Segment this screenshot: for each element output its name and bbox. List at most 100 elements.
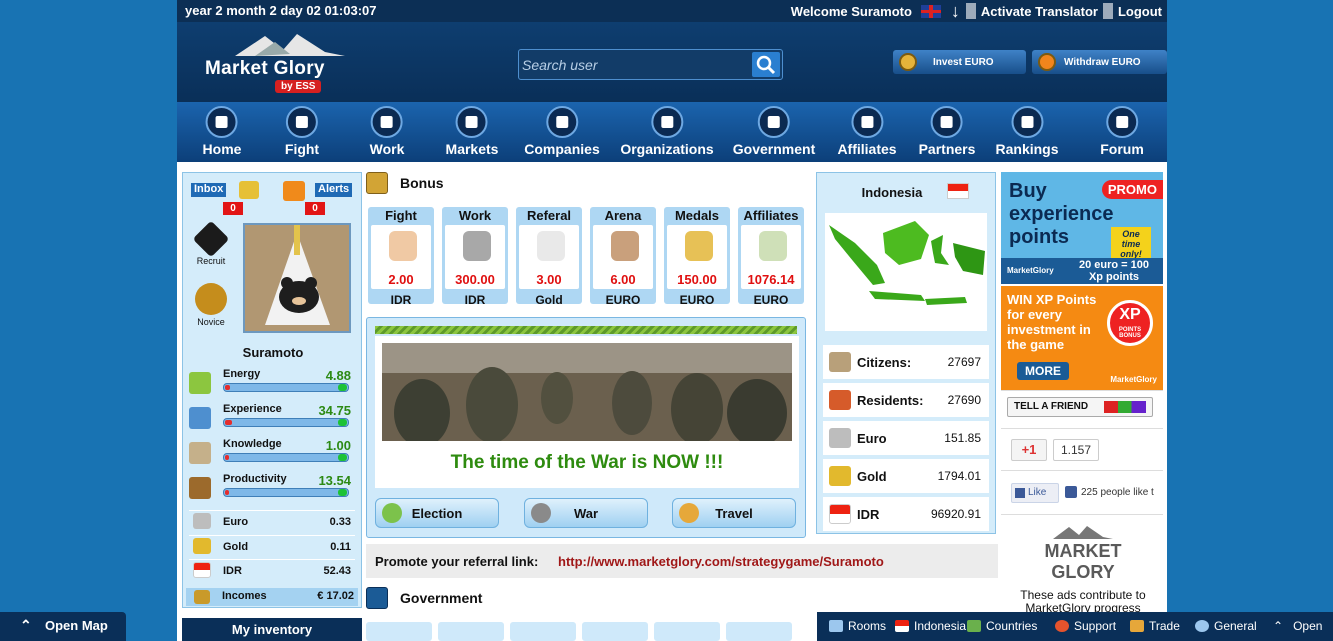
bonus-arena[interactable]: Arena 6.00 EURO — [590, 207, 656, 307]
government-item[interactable] — [654, 622, 720, 641]
rooms-button[interactable]: Rooms — [829, 619, 886, 633]
work-icon — [371, 106, 403, 138]
globe-icon — [967, 620, 981, 632]
inbox-icon[interactable] — [239, 181, 259, 199]
tell-a-friend-button[interactable]: TELL A FRIEND — [1007, 397, 1153, 417]
nav-forum[interactable]: Forum — [1100, 106, 1144, 157]
indonesia-room-button[interactable]: Indonesia — [895, 619, 966, 633]
header: Market Glory by ESS Invest EURO Withdraw… — [177, 22, 1167, 102]
resource-value: 0.11 — [330, 541, 351, 553]
nav-markets[interactable]: Markets — [446, 106, 498, 157]
government-icon — [366, 587, 388, 609]
recruit-rank-icon — [192, 220, 230, 258]
gold-icon — [193, 538, 211, 554]
bonus-affiliates[interactable]: Affiliates 1076.14 EURO — [738, 207, 804, 307]
arrow-down-icon[interactable]: ↓ — [945, 1, 966, 22]
nav-label: Home — [202, 141, 242, 157]
tell-friend-box: TELL A FRIEND — [1001, 390, 1163, 426]
resource-label: Gold — [223, 541, 249, 553]
withdraw-euro-button[interactable]: Withdraw EURO — [1032, 50, 1167, 74]
general-button[interactable]: General — [1195, 619, 1257, 633]
open-chat-button[interactable]: ⌃ Open — [1273, 619, 1322, 633]
avatar[interactable] — [243, 223, 351, 333]
top-bar: year 2 month 2 day 02 01:03:07 Welcome S… — [177, 0, 1167, 22]
stat-label: Experience — [223, 403, 282, 415]
username[interactable]: Suramoto — [183, 345, 363, 360]
google-plus-button[interactable]: +1 — [1011, 439, 1047, 461]
my-inventory-button[interactable]: My inventory — [182, 618, 362, 641]
government-item[interactable] — [726, 622, 792, 641]
nav-partners[interactable]: Partners — [919, 106, 975, 157]
search-input[interactable] — [522, 53, 750, 76]
bonus-medals[interactable]: Medals 150.00 EURO — [664, 207, 730, 307]
more-button[interactable]: MORE — [1017, 362, 1069, 380]
promo-once: One time only! — [1111, 227, 1151, 261]
nav-home[interactable]: Home — [202, 106, 242, 157]
chevron-up-icon: ⌃ — [1273, 619, 1284, 633]
bonus-currency: EURO — [605, 293, 641, 307]
nav-companies[interactable]: Companies — [524, 106, 600, 157]
countries-button[interactable]: Countries — [967, 619, 1037, 633]
country-label: Gold — [857, 469, 887, 484]
bonus-value: 2.00 — [388, 272, 414, 287]
nav-fight[interactable]: Fight — [285, 106, 319, 157]
nav-label: Affiliates — [837, 141, 897, 157]
nav-affiliates[interactable]: Affiliates — [837, 106, 897, 157]
rank-label: Recruit — [196, 256, 226, 266]
support-button[interactable]: Support — [1055, 619, 1116, 633]
fight-icon — [286, 106, 318, 138]
markets-icon — [455, 106, 488, 138]
promo-buy-xp-banner[interactable]: PROMO Buy experience points One time onl… — [1001, 172, 1163, 284]
uk-flag-icon[interactable] — [920, 4, 941, 18]
bonus-fight[interactable]: Fight 2.00 IDR — [368, 207, 434, 307]
war-banner[interactable]: The time of the War is NOW !!! — [375, 336, 799, 488]
logo-sub: by ESS — [275, 80, 322, 93]
nav-government[interactable]: Government — [733, 106, 815, 157]
bonus-referal[interactable]: Referal 3.00 Gold — [516, 207, 582, 307]
invest-euro-button[interactable]: Invest EURO — [893, 50, 1026, 74]
country-name[interactable]: Indonesia — [817, 185, 967, 200]
incomes-label: Incomes — [222, 590, 267, 602]
energy-bar — [223, 383, 349, 392]
facebook-like-button[interactable]: Like — [1011, 483, 1059, 503]
promo-win-xp-banner[interactable]: WIN XP Points for every investment in th… — [1001, 286, 1163, 390]
government-title: Government — [400, 590, 483, 606]
government-item[interactable] — [438, 622, 504, 641]
indonesia-flag-icon — [947, 183, 969, 199]
indonesia-flag-icon — [895, 620, 909, 632]
government-item[interactable] — [582, 622, 648, 641]
nav-work[interactable]: Work — [370, 106, 404, 157]
market-glory-ad[interactable]: MARKET GLORY These ads contribute to Mar… — [1011, 521, 1155, 615]
market-glory-logo[interactable]: Market Glory by ESS — [205, 32, 375, 100]
stat-knowledge: Knowledge 1.00 — [189, 438, 355, 471]
alert-icon[interactable] — [283, 181, 305, 201]
euro-icon — [829, 428, 851, 448]
incomes-row[interactable]: Incomes € 17.02 — [186, 588, 358, 606]
election-button[interactable]: Election — [375, 498, 499, 528]
country-map[interactable] — [825, 213, 987, 331]
nav-rankings[interactable]: Rankings — [995, 106, 1059, 157]
withdraw-label: Withdraw EURO — [1064, 56, 1141, 68]
activate-translator-link[interactable]: Activate Translator — [976, 4, 1103, 19]
resource-value: 52.43 — [323, 565, 351, 577]
government-item[interactable] — [510, 622, 576, 641]
war-button[interactable]: War — [524, 498, 648, 528]
country-value: 27690 — [947, 393, 981, 407]
referral-link[interactable]: http://www.marketglory.com/strategygame/… — [558, 554, 884, 569]
indonesia-map-image — [829, 221, 985, 305]
xp-badge-sub: POINTS BONUS — [1118, 327, 1142, 339]
travel-button[interactable]: Travel — [672, 498, 796, 528]
bonus-work[interactable]: Work 300.00 IDR — [442, 207, 508, 307]
inbox-tab[interactable]: Inbox — [191, 183, 227, 197]
productivity-icon — [189, 477, 211, 499]
country-citizens: Citizens: 27697 — [823, 345, 989, 379]
search-button[interactable] — [752, 52, 780, 77]
mail-icon — [1104, 401, 1146, 413]
resource-label: Euro — [223, 516, 249, 528]
government-item[interactable] — [366, 622, 432, 641]
trade-button[interactable]: Trade — [1130, 619, 1180, 633]
logout-link[interactable]: Logout — [1113, 4, 1167, 19]
open-map-button[interactable]: ⌃ Open Map — [0, 612, 126, 641]
alerts-tab[interactable]: Alerts — [315, 183, 353, 197]
nav-organizations[interactable]: Organizations — [620, 106, 714, 157]
